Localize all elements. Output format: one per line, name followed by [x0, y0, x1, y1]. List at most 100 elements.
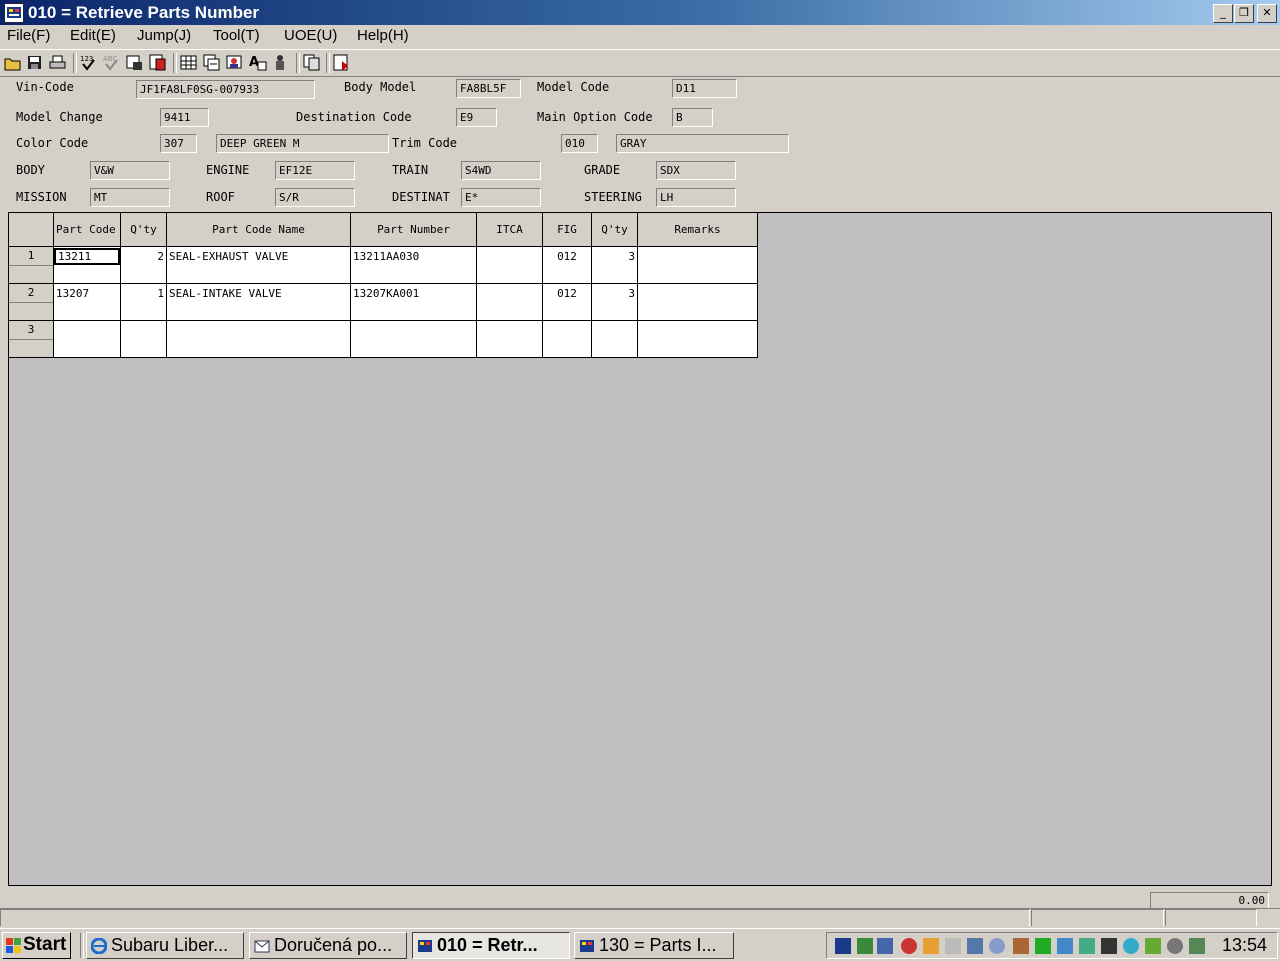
grade-field[interactable]: SDX [656, 161, 736, 180]
menu-help[interactable]: Help(H) [357, 27, 409, 44]
update-icon[interactable] [1057, 938, 1073, 954]
play-icon[interactable] [1035, 938, 1051, 954]
engine-field[interactable]: EF12E [275, 161, 355, 180]
numbering-icon[interactable]: 123 [79, 53, 98, 72]
col-header-itca[interactable]: ITCA [476, 212, 543, 247]
qty2-cell[interactable]: 3 [591, 246, 638, 284]
network-error-icon[interactable] [967, 938, 983, 954]
col-header-fig[interactable]: FIG [542, 212, 592, 247]
volume-icon[interactable] [1013, 938, 1029, 954]
check-icon[interactable]: ABC [102, 53, 121, 72]
app-icon[interactable] [4, 3, 24, 23]
menu-uoe[interactable]: UOE(U) [284, 27, 337, 44]
clock[interactable]: 13:54 [1222, 935, 1267, 956]
row-header[interactable]: 1 [8, 246, 54, 284]
model-change-field[interactable]: 9411 [160, 108, 209, 127]
monitor-icon[interactable] [1101, 938, 1117, 954]
itca-cell[interactable] [476, 246, 543, 284]
start-button[interactable]: Start [2, 932, 71, 959]
disconnected-icon[interactable] [945, 938, 961, 954]
destinat-field[interactable]: E* [461, 188, 541, 207]
exit-icon[interactable] [332, 53, 351, 72]
part-number-cell[interactable]: 13211AA030 [350, 246, 477, 284]
grid-icon[interactable] [179, 53, 198, 72]
part-name-cell[interactable]: SEAL-EXHAUST VALVE [166, 246, 351, 284]
part-code-cell[interactable] [53, 320, 121, 358]
share-icon[interactable] [1079, 938, 1095, 954]
part-code-cell[interactable]: 13211 [53, 246, 121, 284]
color-code-field[interactable]: 307 [160, 134, 197, 153]
mission-field[interactable]: MT [90, 188, 170, 207]
part-number-cell[interactable] [350, 320, 477, 358]
qty2-cell[interactable] [591, 320, 638, 358]
menu-jump[interactable]: Jump(J) [137, 27, 191, 44]
body-model-field[interactable]: FA8BL5F [456, 79, 521, 98]
menu-tool[interactable]: Tool(T) [213, 27, 260, 44]
model-code-field[interactable]: D11 [672, 79, 737, 98]
table-row[interactable]: 1 13211 2 SEAL-EXHAUST VALVE 13211AA030 … [8, 246, 758, 284]
row-header[interactable]: 2 [8, 283, 54, 321]
col-header-remarks[interactable]: Remarks [637, 212, 758, 247]
part-code-cell[interactable]: 13207 [53, 283, 121, 321]
col-header-part-number[interactable]: Part Number [350, 212, 477, 247]
roof-field[interactable]: S/R [275, 188, 355, 207]
destination-code-field[interactable]: E9 [456, 108, 497, 127]
col-header-qty-2[interactable]: Q'ty [591, 212, 638, 247]
save-icon[interactable] [25, 53, 44, 72]
remarks-cell[interactable] [637, 283, 758, 321]
copy-icon[interactable] [302, 53, 321, 72]
print-icon[interactable] [48, 53, 67, 72]
steering-field[interactable]: LH [656, 188, 736, 207]
close-button[interactable]: ✕ [1257, 4, 1277, 23]
messenger-icon[interactable] [1123, 938, 1139, 954]
body-field[interactable]: V&W [90, 161, 170, 180]
col-header-qty[interactable]: Q'ty [120, 212, 167, 247]
task-subaru[interactable]: Subaru Liber... [86, 932, 244, 959]
fig-cell[interactable]: 012 [542, 246, 592, 284]
qty-cell[interactable] [120, 320, 167, 358]
part-name-cell[interactable] [166, 320, 351, 358]
part-code-value[interactable]: 13211 [54, 248, 120, 265]
menu-edit[interactable]: Edit(E) [70, 27, 116, 44]
graphics-icon[interactable] [1145, 938, 1161, 954]
corner-header[interactable] [8, 212, 54, 247]
network-icon[interactable] [857, 938, 873, 954]
display-icon[interactable] [877, 938, 893, 954]
color-name-field[interactable]: DEEP GREEN M [216, 134, 389, 153]
fig-cell[interactable]: 012 [542, 283, 592, 321]
col-header-part-code[interactable]: Part Code [53, 212, 121, 247]
search-icon[interactable] [989, 938, 1005, 954]
row-header[interactable]: 3 [8, 320, 54, 358]
trim-name-field[interactable]: GRAY [616, 134, 789, 153]
task-parts-info[interactable]: 130 = Parts I... [574, 932, 734, 959]
part-number-cell[interactable]: 13207KA001 [350, 283, 477, 321]
open-folder-icon[interactable] [3, 53, 22, 72]
trim-code-field[interactable]: 010 [561, 134, 598, 153]
person-tool-icon[interactable] [271, 53, 290, 72]
remarks-cell[interactable] [637, 246, 758, 284]
language-icon[interactable] [835, 938, 851, 954]
minimize-button[interactable]: _ [1213, 4, 1233, 23]
qty2-cell[interactable]: 3 [591, 283, 638, 321]
itca-cell[interactable] [476, 320, 543, 358]
copy-record-icon[interactable] [148, 53, 167, 72]
qty-cell[interactable]: 1 [120, 283, 167, 321]
itca-cell[interactable] [476, 283, 543, 321]
table-row[interactable]: 2 13207 1 SEAL-INTAKE VALVE 13207KA001 0… [8, 283, 758, 321]
fig-cell[interactable] [542, 320, 592, 358]
window-copy-icon[interactable] [202, 53, 221, 72]
vin-code-field[interactable]: JF1FA8LF0SG-007933 [136, 80, 315, 99]
menu-file[interactable]: File(F) [7, 27, 50, 44]
search-person-icon[interactable] [225, 53, 244, 72]
text-add-icon[interactable]: A [248, 53, 267, 72]
task-retrieve-parts[interactable]: 010 = Retr... [412, 932, 570, 959]
qty-cell[interactable]: 2 [120, 246, 167, 284]
col-header-part-code-name[interactable]: Part Code Name [166, 212, 351, 247]
part-name-cell[interactable]: SEAL-INTAKE VALVE [166, 283, 351, 321]
main-option-code-field[interactable]: B [672, 108, 713, 127]
restore-button[interactable]: ❐ [1234, 4, 1254, 23]
remarks-cell[interactable] [637, 320, 758, 358]
security-icon[interactable] [923, 938, 939, 954]
table-row[interactable]: 3 [8, 320, 758, 358]
export-icon[interactable] [125, 53, 144, 72]
